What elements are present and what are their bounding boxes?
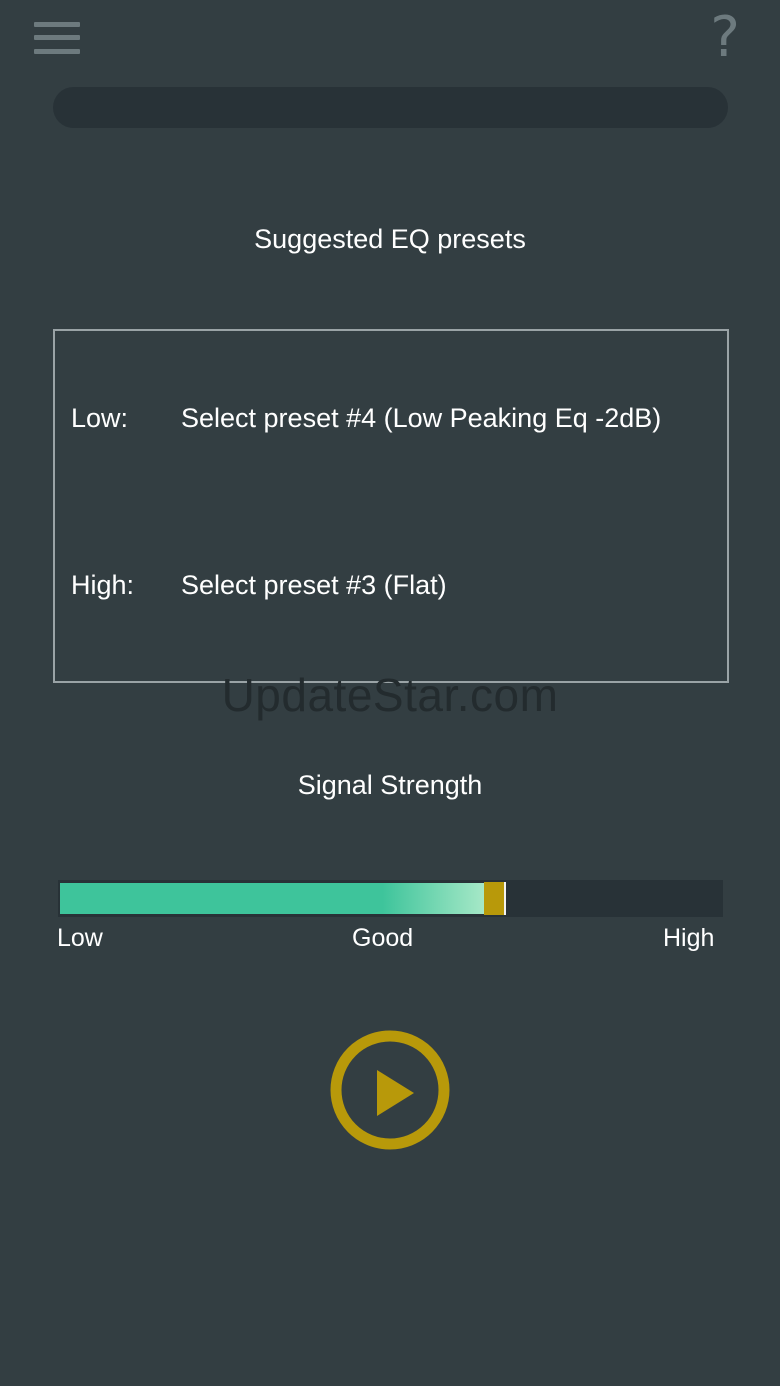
preset-low-label: Low: <box>71 403 129 433</box>
help-icon[interactable]: ? <box>710 8 740 68</box>
play-button[interactable] <box>330 1030 450 1150</box>
play-icon <box>330 1030 450 1150</box>
preset-low-value: Select preset #4 (Low Peaking Eq -2dB) <box>181 403 662 433</box>
meter-label-high: High <box>663 924 715 952</box>
signal-strength-title: Signal Strength <box>297 770 483 800</box>
presets-title: Suggested EQ presets <box>254 224 526 254</box>
preset-high-label: High: <box>71 570 135 600</box>
watermark: UpdateStar.com <box>221 669 559 721</box>
signal-strength-meter <box>58 880 723 917</box>
meter-label-low: Low <box>57 924 103 952</box>
hamburger-menu-icon[interactable] <box>34 21 80 55</box>
preset-row-low: Low: Select preset #4 (Low Peaking Eq -2d… <box>71 403 661 434</box>
top-status-bar <box>53 87 728 128</box>
preset-row-high: High: Select preset #3 (Flat) <box>71 570 447 601</box>
signal-strength-fill <box>60 883 484 914</box>
preset-high-value: Select preset #3 (Flat) <box>181 570 447 600</box>
presets-panel: Low: Select preset #4 (Low Peaking Eq -2d… <box>53 329 729 683</box>
meter-label-good: Good <box>352 924 414 952</box>
signal-level-marker <box>484 882 506 915</box>
